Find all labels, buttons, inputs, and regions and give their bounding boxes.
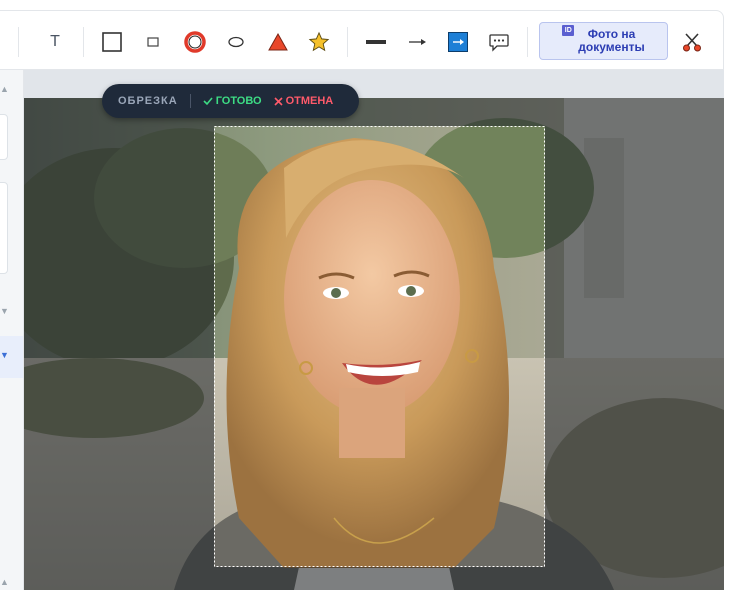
text-tool-button[interactable]: T xyxy=(41,28,69,56)
speech-bubble-tool-button[interactable] xyxy=(485,28,513,56)
crop-done-button[interactable]: ГОТОВО xyxy=(203,95,262,107)
crop-cancel-label: ОТМЕНА xyxy=(285,95,334,107)
toolbar-divider xyxy=(527,27,528,57)
scissors-icon xyxy=(683,33,701,52)
scroll-up-icon[interactable]: ▲ xyxy=(0,577,10,587)
arrow-tool-button[interactable] xyxy=(403,28,431,56)
speech-bubble-icon xyxy=(489,34,509,52)
crop-cancel-button[interactable]: ОТМЕНА xyxy=(273,95,334,107)
scissors-button[interactable] xyxy=(678,28,706,56)
left-sidebar: ▲ ▼ ▼ ▲ xyxy=(0,70,24,590)
star-icon xyxy=(308,31,330,52)
circle-tool-button[interactable] xyxy=(181,28,209,56)
toolbar-divider xyxy=(347,27,348,57)
toolbar-divider xyxy=(18,27,19,57)
small-square-icon xyxy=(147,37,159,47)
toolbar-divider xyxy=(83,27,84,57)
toolbar: T ID Фото на документы xyxy=(0,10,724,70)
crop-divider xyxy=(189,94,191,108)
chevron-down-icon[interactable]: ▼ xyxy=(0,306,10,316)
photo-for-documents-label: Фото на документы xyxy=(578,28,644,54)
crop-title: ОБРЕЗКА xyxy=(118,95,178,107)
circle-icon xyxy=(184,31,206,53)
arrow-box-tool-button[interactable] xyxy=(444,28,472,56)
text-icon: T xyxy=(50,33,60,50)
photo-label-line-2: документы xyxy=(578,40,645,54)
editor-canvas[interactable]: ОБРЕЗКА ГОТОВО ОТМЕНА xyxy=(24,70,724,590)
close-icon xyxy=(273,96,283,106)
crop-toolbar: ОБРЕЗКА ГОТОВО ОТМЕНА xyxy=(102,84,359,118)
ellipse-icon xyxy=(228,36,244,48)
ellipse-tool-button[interactable] xyxy=(222,28,250,56)
sidebar-panel[interactable] xyxy=(0,182,8,274)
square-icon xyxy=(102,32,122,52)
triangle-icon xyxy=(268,32,288,51)
photo-label-line-1: Фото на xyxy=(587,27,636,41)
check-icon xyxy=(203,97,213,106)
line-tool-button[interactable] xyxy=(362,28,390,56)
star-tool-button[interactable] xyxy=(305,28,333,56)
small-rectangle-tool-button[interactable] xyxy=(139,28,167,56)
photo[interactable] xyxy=(24,98,724,590)
sidebar-panel[interactable] xyxy=(0,114,8,160)
line-icon xyxy=(366,40,386,44)
arrow-box-icon xyxy=(448,32,468,52)
triangle-tool-button[interactable] xyxy=(264,28,292,56)
arrow-right-icon xyxy=(409,39,426,45)
photo-for-documents-button[interactable]: ID Фото на документы xyxy=(539,22,668,60)
scroll-up-icon[interactable]: ▲ xyxy=(0,84,10,94)
id-card-icon: ID xyxy=(562,25,575,36)
chevron-down-icon[interactable]: ▼ xyxy=(0,350,10,360)
crop-done-label: ГОТОВО xyxy=(215,95,262,107)
right-edge xyxy=(724,70,736,590)
rectangle-tool-button[interactable] xyxy=(98,28,126,56)
portrait-photo xyxy=(24,98,724,590)
